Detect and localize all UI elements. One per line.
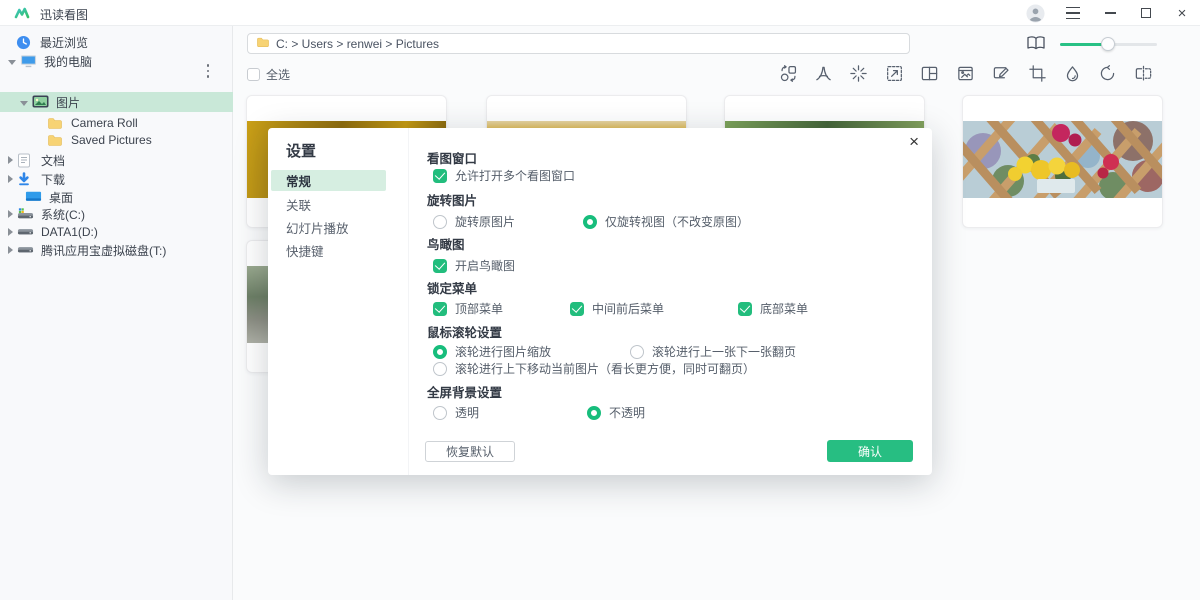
drive-icon [17, 225, 34, 240]
restore-defaults-button[interactable]: 恢复默认 [425, 441, 515, 462]
radio-checked-icon[interactable] [433, 345, 447, 359]
checkbox-checked-icon[interactable] [433, 169, 447, 183]
slideshow-icon[interactable] [955, 63, 975, 83]
collage-icon[interactable] [919, 63, 939, 83]
compress-icon[interactable] [848, 63, 868, 83]
image-card[interactable] [962, 95, 1163, 228]
option-bg-transparent[interactable]: 透明 [433, 404, 479, 421]
checkbox-checked-icon[interactable] [433, 259, 447, 273]
option-rotate-original[interactable]: 旋转原图片 [433, 213, 515, 230]
folder-icon [47, 116, 64, 131]
contact-sheet-icon[interactable] [1026, 35, 1046, 54]
tab-slideshow[interactable]: 幻灯片播放 [268, 217, 408, 238]
sidebar-item-documents[interactable]: 文档 [0, 150, 233, 170]
documents-icon [17, 153, 34, 168]
expand-arrow-icon[interactable] [8, 175, 13, 183]
desktop-icon [25, 190, 42, 205]
folder-icon [47, 133, 64, 148]
option-wheel-scroll[interactable]: 滚轮进行上下移动当前图片（看长更方便，同时可翻页） [433, 360, 755, 377]
sidebar-item-recent[interactable]: 最近浏览 [0, 32, 233, 52]
tab-general[interactable]: 常规 [271, 170, 386, 191]
expand-arrow-icon[interactable] [8, 228, 13, 236]
section-header: 鼠标滚轮设置 [427, 322, 502, 341]
sidebar-item-my-computer[interactable]: 我的电脑 [0, 51, 233, 71]
checkbox-checked-icon[interactable] [570, 302, 584, 316]
folder-icon [256, 36, 270, 51]
edit-image-icon[interactable] [991, 63, 1011, 83]
user-avatar-icon[interactable] [1020, 0, 1050, 26]
option-wheel-page[interactable]: 滚轮进行上一张下一张翻页 [630, 343, 796, 360]
sidebar-item-virtual-disk-t[interactable]: 腾讯应用宝虚拟磁盘(T:) [0, 240, 233, 260]
sidebar-item-system-c[interactable]: 系统(C:) [0, 204, 233, 224]
flip-icon[interactable] [1133, 63, 1153, 83]
section-header: 全屏背景设置 [427, 382, 502, 401]
option-bg-opaque[interactable]: 不透明 [587, 404, 645, 421]
radio-checked-icon[interactable] [587, 406, 601, 420]
sidebar-item-downloads[interactable]: 下载 [0, 169, 233, 189]
collapse-arrow-icon[interactable] [8, 60, 16, 65]
app-logo [14, 5, 30, 24]
option-multi-window[interactable]: 允许打开多个看图窗口 [433, 167, 575, 184]
computer-icon [20, 54, 37, 69]
option-wheel-zoom[interactable]: 滚轮进行图片缩放 [433, 343, 551, 360]
tab-shortcuts[interactable]: 快捷键 [268, 240, 408, 261]
option-top-menu[interactable]: 顶部菜单 [433, 300, 503, 317]
menu-icon[interactable] [1058, 0, 1088, 26]
sidebar: 最近浏览 我的电脑 图片 Camera Roll Saved Pictures … [0, 26, 233, 600]
radio-checked-icon[interactable] [583, 215, 597, 229]
sidebar-item-saved-pictures[interactable]: Saved Pictures [0, 130, 233, 150]
dialog-close-icon[interactable]: × [909, 133, 919, 150]
checkbox-checked-icon[interactable] [433, 302, 447, 316]
resize-icon[interactable] [884, 63, 904, 83]
zoom-slider-handle[interactable] [1101, 37, 1115, 51]
sidebar-item-data1-d[interactable]: DATA1(D:) [0, 222, 233, 242]
collapse-arrow-icon[interactable] [20, 101, 28, 106]
rotate-left-icon[interactable] [1097, 63, 1117, 83]
checkbox-checked-icon[interactable] [738, 302, 752, 316]
checkbox-icon[interactable] [247, 68, 260, 81]
radio-unchecked-icon[interactable] [433, 362, 447, 376]
beautify-icon[interactable] [1062, 63, 1082, 83]
select-all-checkbox[interactable]: 全选 [247, 66, 290, 83]
close-icon[interactable]: × [1167, 0, 1197, 26]
drive-icon [17, 243, 34, 258]
format-convert-icon[interactable] [778, 63, 798, 83]
expand-arrow-icon[interactable] [8, 246, 13, 254]
radio-unchecked-icon[interactable] [433, 406, 447, 420]
section-header: 鸟瞰图 [427, 234, 465, 253]
settings-dialog: × 设置 常规 关联 幻灯片播放 快捷键 看图窗口 允许打开多个看图窗口 旋转图… [268, 128, 932, 475]
app-title: 迅读看图 [40, 6, 88, 23]
clock-icon [16, 35, 33, 50]
minimize-icon[interactable] [1095, 0, 1125, 26]
crop-icon[interactable] [1027, 63, 1047, 83]
section-header: 旋转图片 [427, 190, 477, 209]
section-header: 看图窗口 [427, 148, 477, 167]
radio-unchecked-icon[interactable] [630, 345, 644, 359]
breadcrumb: C: > Users > renwei > Pictures [276, 37, 439, 51]
tab-associations[interactable]: 关联 [268, 194, 408, 215]
pictures-icon [32, 95, 49, 110]
option-middle-menu[interactable]: 中间前后菜单 [570, 300, 664, 317]
pdf-tools-icon[interactable] [813, 63, 833, 83]
title-bar: 迅读看图 × [0, 0, 1200, 26]
sidebar-item-pictures[interactable]: 图片 [0, 92, 233, 112]
panel-divider [408, 128, 409, 475]
option-bottom-menu[interactable]: 底部菜单 [738, 300, 808, 317]
download-icon [17, 172, 34, 187]
maximize-icon[interactable] [1131, 0, 1161, 26]
radio-unchecked-icon[interactable] [433, 215, 447, 229]
confirm-button[interactable]: 确认 [827, 440, 913, 462]
photo-thumbnail [963, 121, 1162, 198]
system-drive-icon [17, 207, 34, 222]
dialog-title: 设置 [286, 140, 316, 161]
path-input[interactable]: C: > Users > renwei > Pictures [247, 33, 910, 54]
expand-arrow-icon[interactable] [8, 210, 13, 218]
option-rotate-view-only[interactable]: 仅旋转视图（不改变原图） [583, 213, 749, 230]
option-enable-birdview[interactable]: 开启鸟瞰图 [433, 257, 515, 274]
section-header: 锁定菜单 [427, 278, 477, 297]
expand-arrow-icon[interactable] [8, 156, 13, 164]
